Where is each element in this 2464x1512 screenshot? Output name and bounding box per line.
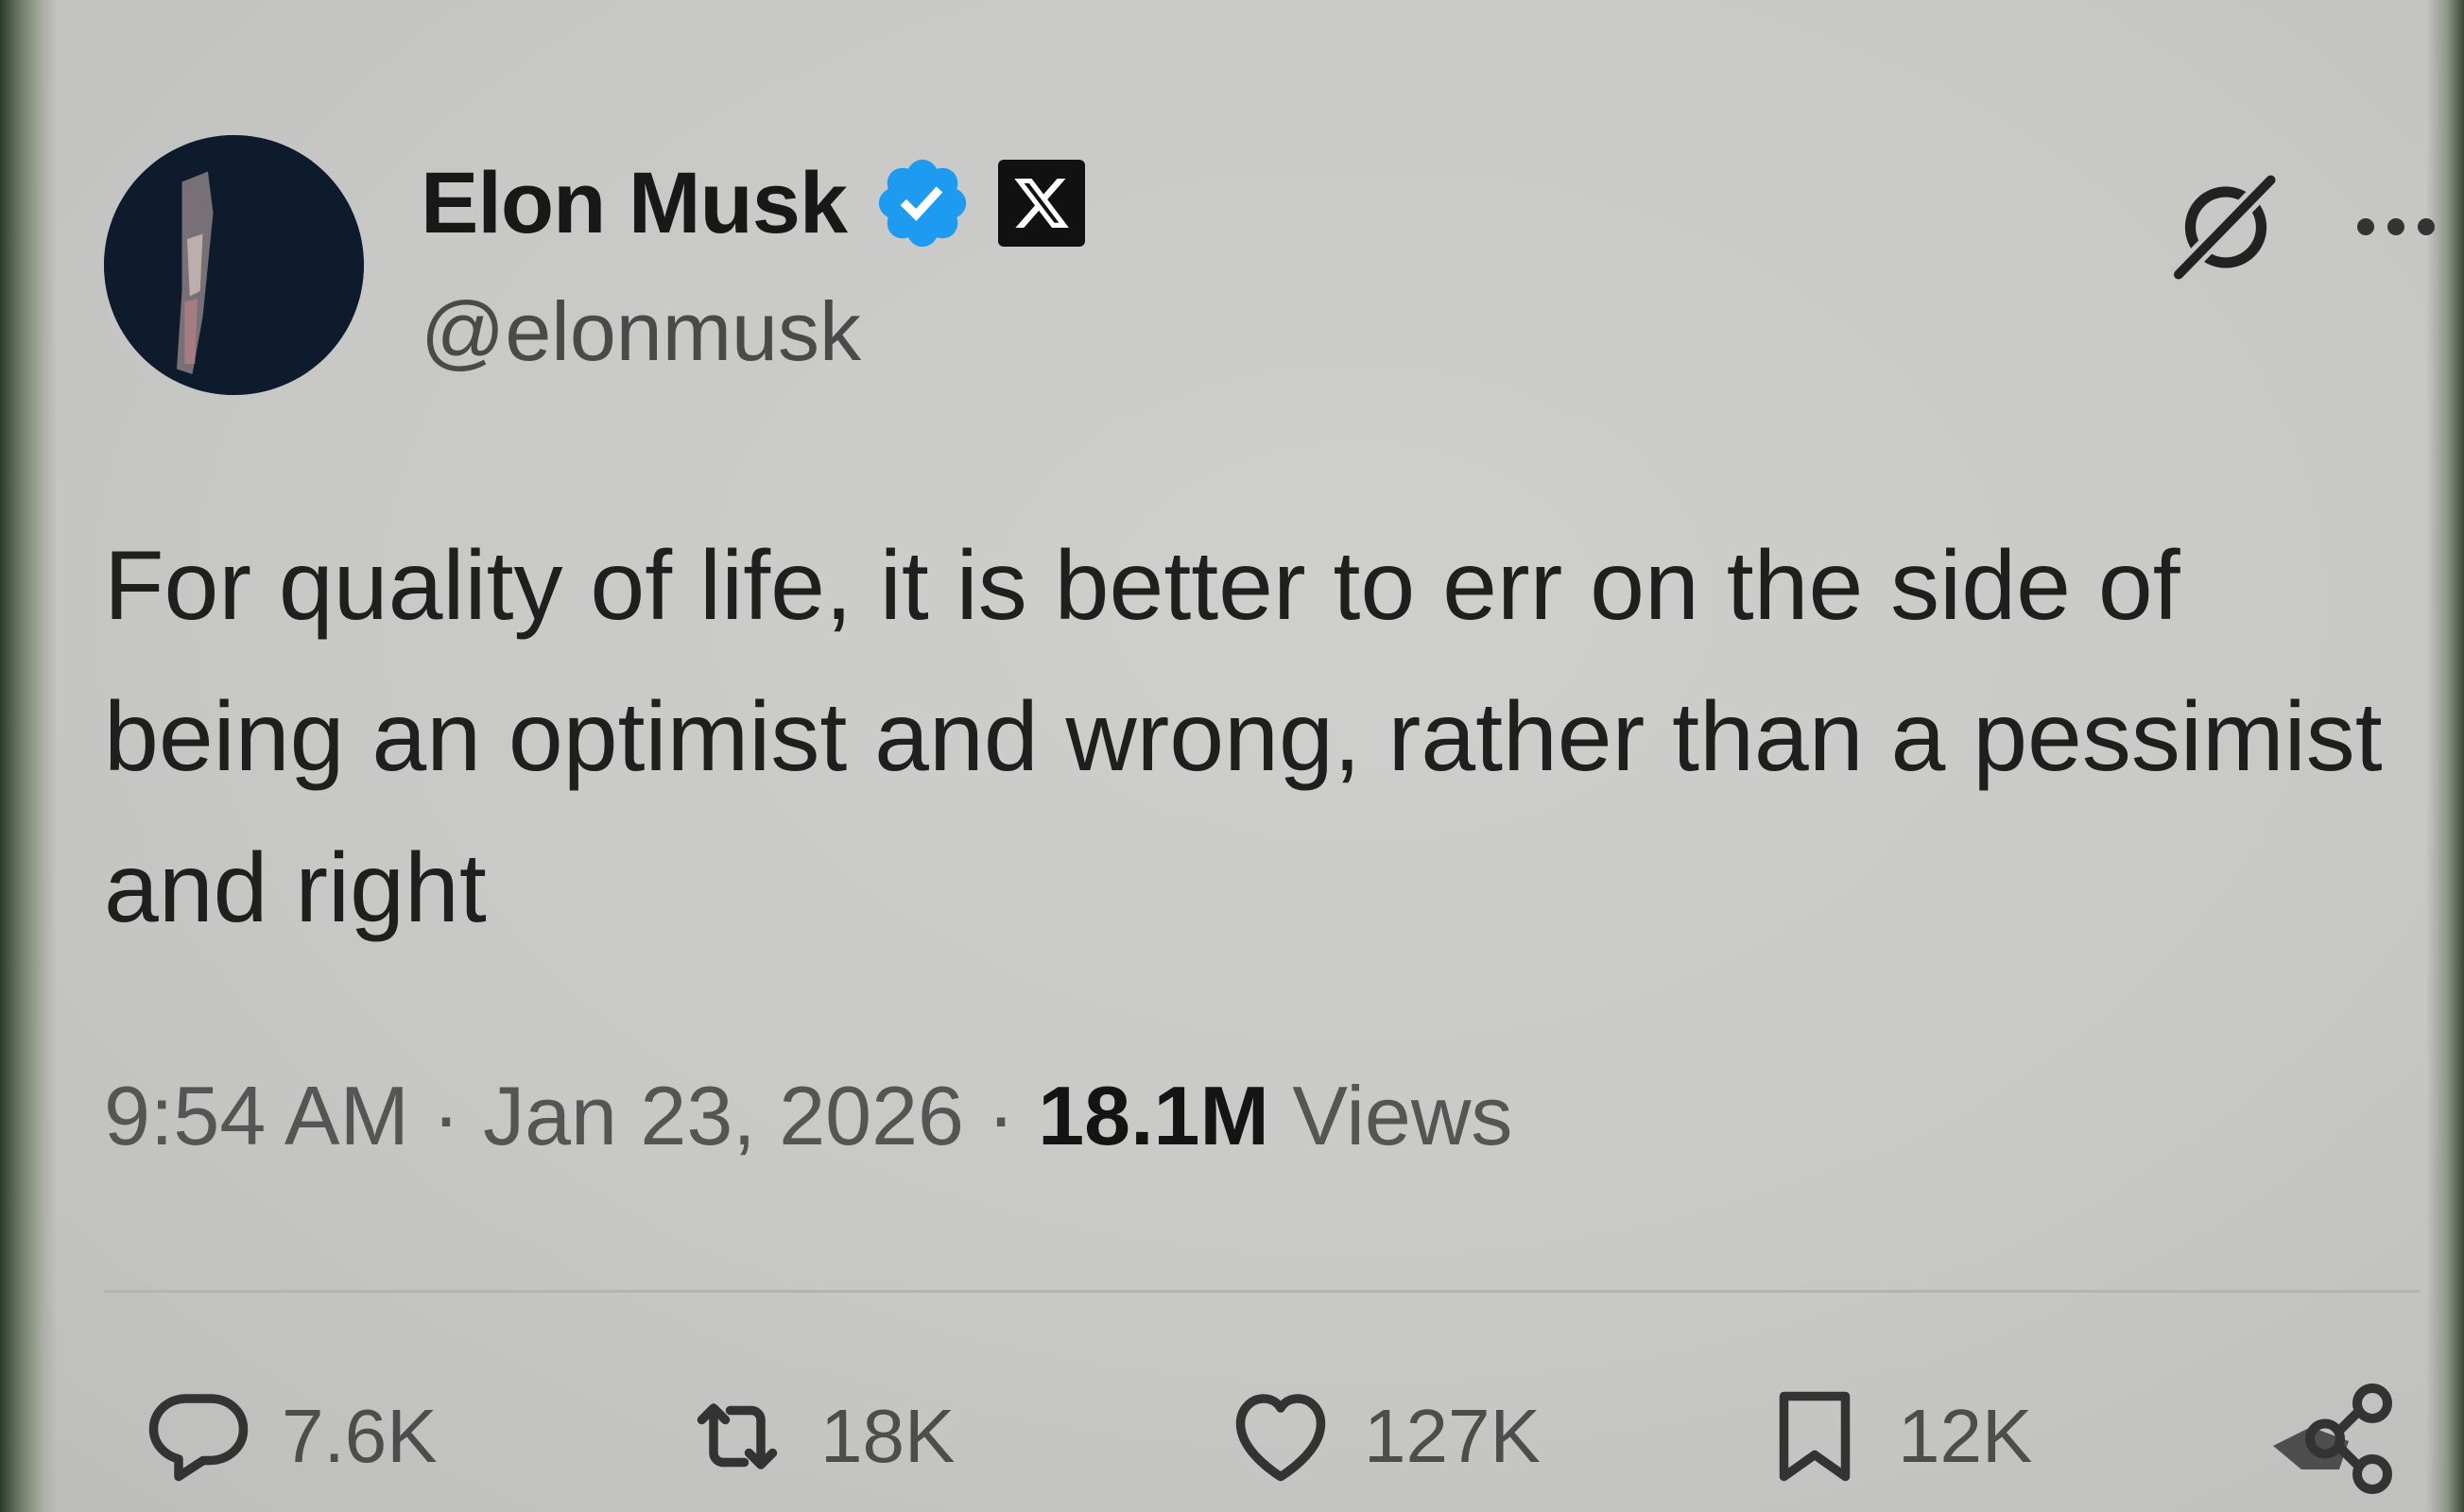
tweet-text: For quality of life, it is better to err… xyxy=(104,531,2383,943)
avatar-image xyxy=(104,135,364,395)
reply-bubble-icon xyxy=(148,1394,249,1482)
author-name-row: Elon Musk xyxy=(421,151,1086,255)
bookmark-icon xyxy=(1779,1391,1851,1482)
x-logo-badge[interactable] xyxy=(998,160,1086,247)
author-display-name[interactable]: Elon Musk xyxy=(421,154,848,253)
grok-icon[interactable] xyxy=(2164,168,2283,286)
author-handle[interactable]: @elonmusk xyxy=(421,284,861,380)
views-count[interactable]: 18.1M xyxy=(1038,1069,1269,1162)
bookmark-button[interactable]: 12K xyxy=(1758,1380,2032,1493)
meta-separator: · xyxy=(987,1069,1015,1162)
reply-count: 7.6K xyxy=(282,1394,438,1478)
avatar[interactable] xyxy=(104,135,364,395)
x-logo-icon xyxy=(1014,179,1069,228)
like-count: 127K xyxy=(1364,1394,1541,1478)
divider xyxy=(104,1290,2420,1293)
more-options-icon[interactable] xyxy=(2349,194,2443,260)
tweet-date[interactable]: Jan 23, 2026 xyxy=(483,1069,964,1162)
share-icon xyxy=(2273,1383,2392,1494)
repost-count: 18K xyxy=(820,1394,956,1478)
tweet-time[interactable]: 9:54 AM xyxy=(104,1069,409,1162)
screen-bezel-left xyxy=(0,0,57,1512)
bookmark-count: 12K xyxy=(1898,1394,2033,1478)
repost-button[interactable]: 18K xyxy=(681,1380,955,1493)
like-button[interactable]: 127K xyxy=(1224,1380,1541,1493)
tweet-meta: 9:54 AM · Jan 23, 2026 · 18.1M Views xyxy=(104,1068,1512,1164)
meta-separator: · xyxy=(432,1069,460,1162)
reply-button[interactable]: 7.6K xyxy=(142,1380,438,1493)
heart-icon xyxy=(1235,1394,1326,1482)
verified-badge-icon[interactable] xyxy=(871,152,974,254)
views-label: Views xyxy=(1292,1069,1513,1162)
share-button[interactable] xyxy=(2264,1380,2405,1494)
repost-arrows-icon xyxy=(697,1403,778,1469)
